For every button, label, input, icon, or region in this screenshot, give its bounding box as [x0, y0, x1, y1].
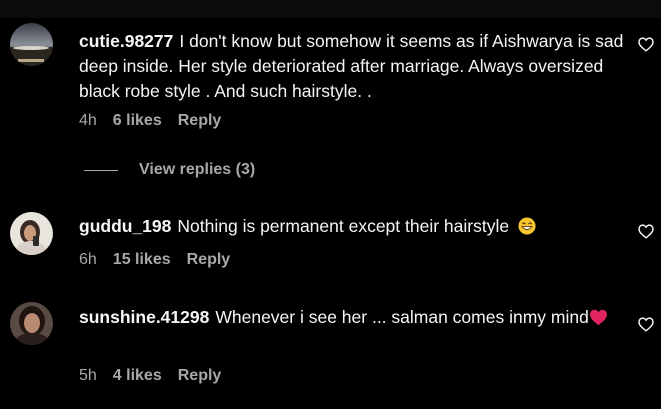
heart-outline-icon[interactable] [638, 37, 654, 52]
comment-username[interactable]: guddu_198 [79, 216, 171, 236]
comment-time: 6h [79, 251, 97, 268]
red-heart-emoji-icon [589, 309, 607, 326]
comment-text: Nothing is permanent except their hairst… [177, 216, 510, 236]
avatar[interactable] [10, 23, 53, 66]
divider-line [84, 169, 118, 171]
grinning-face-emoji-icon [518, 217, 536, 235]
comment-meta: 5h 4 likes Reply [79, 367, 237, 385]
comment-likes[interactable]: 6 likes [113, 112, 162, 129]
comment-username[interactable]: sunshine.41298 [79, 307, 209, 327]
comment-meta: 4h 6 likes Reply [79, 112, 237, 130]
comment-likes[interactable]: 15 likes [113, 251, 171, 268]
comment-likes[interactable]: 4 likes [113, 367, 162, 384]
woman-portrait-avatar-icon [10, 302, 53, 345]
view-replies-button[interactable]: View replies (3) [84, 158, 255, 182]
reply-button[interactable]: Reply [187, 251, 231, 268]
reply-button[interactable]: Reply [178, 367, 222, 384]
comment-text-block: sunshine.41298 Whenever i see her ... sal… [79, 305, 627, 330]
comment-text-block: cutie.98277 I don't know but somehow it s… [79, 29, 627, 104]
comment-time: 4h [79, 112, 97, 129]
heart-outline-icon[interactable] [638, 317, 654, 332]
comment-username[interactable]: cutie.98277 [79, 31, 173, 51]
top-bar [0, 0, 661, 18]
avatar[interactable] [10, 212, 53, 255]
comment-meta: 6h 15 likes Reply [79, 251, 246, 269]
comment-text: Whenever i see her ... salman comes inmy… [215, 307, 589, 327]
sunset-landscape-avatar-icon [10, 23, 53, 66]
reply-button[interactable]: Reply [178, 112, 222, 129]
comment-text-block: guddu_198 Nothing is permanent except the… [79, 214, 627, 239]
comment-time: 5h [79, 367, 97, 384]
avatar[interactable] [10, 302, 53, 345]
heart-outline-icon[interactable] [638, 224, 654, 239]
person-selfie-avatar-icon [10, 212, 53, 255]
view-replies-label: View replies (3) [139, 161, 256, 178]
